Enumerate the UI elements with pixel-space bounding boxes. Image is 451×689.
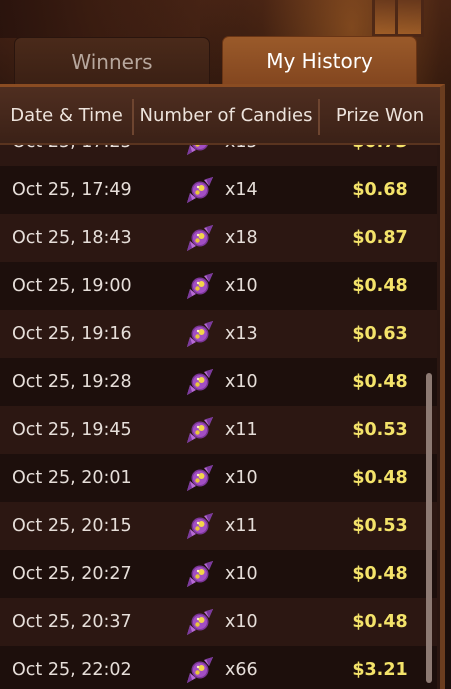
- row-candy-count: x10: [225, 612, 258, 632]
- history-row: Oct 25, 19:00 x10 $0.48: [0, 262, 437, 310]
- header-date: Date & Time: [10, 104, 123, 126]
- row-candy-count: x10: [225, 276, 258, 296]
- candy-icon: [185, 176, 215, 204]
- row-candy-count: x15: [225, 145, 258, 166]
- row-date: Oct 25, 18:43: [12, 228, 132, 248]
- row-candy-count: x11: [225, 516, 258, 536]
- background-beam: [0, 0, 200, 38]
- row-date: Oct 25, 19:00: [12, 276, 132, 296]
- candy-icon: [185, 145, 215, 156]
- row-date: Oct 25, 20:01: [12, 468, 132, 488]
- history-row: Oct 25, 19:28 x10 $0.48: [0, 358, 437, 406]
- row-prize: $3.21: [352, 660, 408, 680]
- history-row: Oct 25, 19:45 x11 $0.53: [0, 406, 437, 454]
- history-list[interactable]: Oct 25, 17:25 x15 $0.73 Oct 25, 17:49 x14 $0.…: [0, 145, 437, 689]
- row-date: Oct 25, 17:49: [12, 180, 132, 200]
- row-prize: $0.73: [330, 145, 430, 166]
- candy-icon: [185, 464, 215, 492]
- row-date: Oct 25, 22:02: [12, 660, 132, 680]
- row-prize: $0.53: [352, 516, 408, 536]
- row-candy-count: x10: [225, 372, 258, 392]
- row-candy-count: x14: [225, 180, 258, 200]
- row-candy-count: x10: [225, 468, 258, 488]
- tab-my-history-label: My History: [266, 49, 373, 73]
- history-row: Oct 25, 17:49 x14 $0.68: [0, 166, 437, 214]
- row-prize: $0.48: [352, 468, 408, 488]
- row-prize: $0.53: [352, 420, 408, 440]
- row-candy-count: x10: [225, 564, 258, 584]
- tab-winners[interactable]: Winners: [14, 37, 210, 85]
- candy-icon: [185, 608, 215, 636]
- table-header: Date & Time Number of Candies Prize Won: [0, 87, 440, 145]
- candy-icon: [185, 512, 215, 540]
- candy-icon: [185, 560, 215, 588]
- row-prize: $0.48: [352, 564, 408, 584]
- history-panel: Date & Time Number of Candies Prize Won …: [0, 84, 445, 689]
- history-row: Oct 25, 19:16 x13 $0.63: [0, 310, 437, 358]
- candy-icon: [185, 272, 215, 300]
- history-row: Oct 25, 18:43 x18 $0.87: [0, 214, 437, 262]
- header-candies: Number of Candies: [139, 104, 313, 126]
- row-candy-count: x11: [225, 420, 258, 440]
- header-prize: Prize Won: [335, 104, 425, 126]
- candy-icon: [185, 416, 215, 444]
- history-row: Oct 25, 20:37 x10 $0.48: [0, 598, 437, 646]
- candy-icon: [185, 320, 215, 348]
- row-prize: $0.48: [352, 276, 408, 296]
- row-candy-count: x13: [225, 324, 258, 344]
- row-candy-count: x18: [225, 228, 258, 248]
- tab-winners-label: Winners: [71, 49, 153, 74]
- history-row: Oct 25, 20:01 x10 $0.48: [0, 454, 437, 502]
- row-date: Oct 25, 20:15: [12, 516, 132, 536]
- candy-icon: [185, 224, 215, 252]
- row-date: Oct 25, 17:25: [12, 145, 132, 166]
- tab-my-history[interactable]: My History: [222, 36, 417, 85]
- history-row: Oct 25, 22:02 x66 $3.21: [0, 646, 437, 689]
- row-date: Oct 25, 20:27: [12, 564, 132, 584]
- row-prize: $0.68: [352, 180, 408, 200]
- row-date: Oct 25, 19:45: [12, 420, 132, 440]
- row-candy-count: x66: [225, 660, 258, 680]
- candy-icon: [185, 368, 215, 396]
- row-date: Oct 25, 20:37: [12, 612, 132, 632]
- background-window: [372, 0, 424, 37]
- row-prize: $0.48: [352, 372, 408, 392]
- candy-icon: [185, 656, 215, 684]
- history-row: Oct 25, 17:25 x15 $0.73: [0, 145, 437, 166]
- row-prize: $0.87: [352, 228, 408, 248]
- row-prize: $0.48: [352, 612, 408, 632]
- row-prize: $0.63: [352, 324, 408, 344]
- scrollbar-thumb[interactable]: [426, 373, 432, 683]
- history-row: Oct 25, 20:27 x10 $0.48: [0, 550, 437, 598]
- history-row: Oct 25, 20:15 x11 $0.53: [0, 502, 437, 550]
- row-date: Oct 25, 19:28: [12, 372, 132, 392]
- row-date: Oct 25, 19:16: [12, 324, 132, 344]
